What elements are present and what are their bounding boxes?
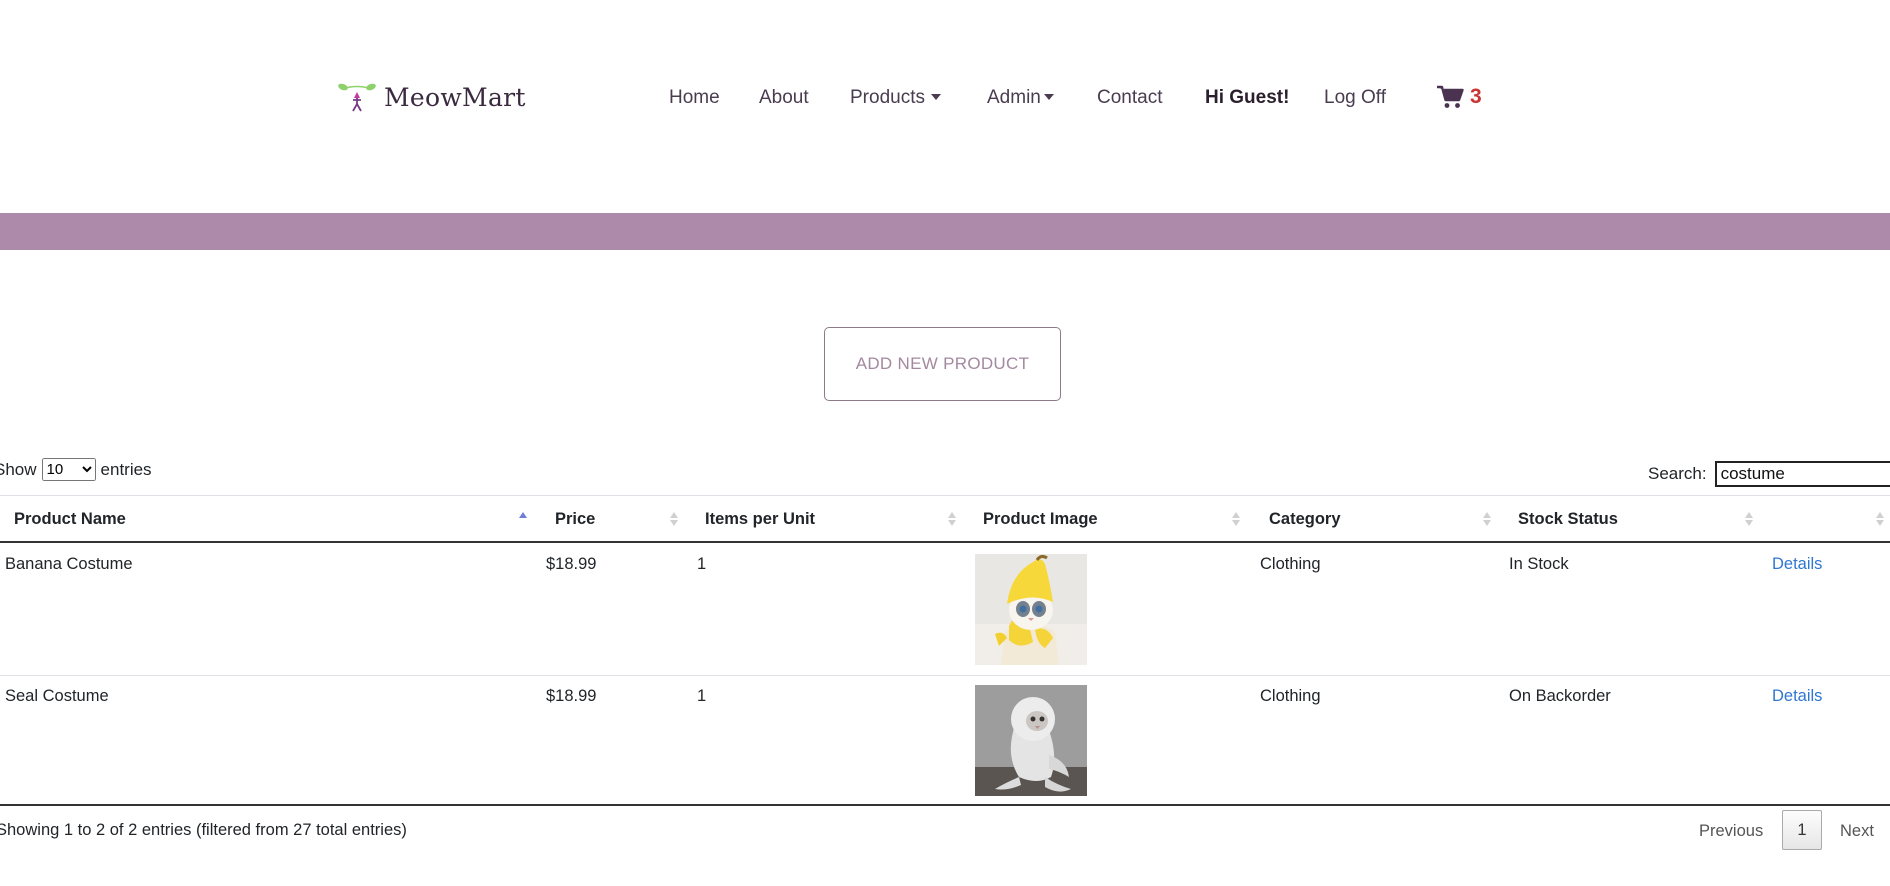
product-name-cell: Seal Costume bbox=[5, 687, 109, 705]
sort-both-icon bbox=[670, 510, 679, 528]
show-label: Show bbox=[0, 459, 37, 479]
nav-admin-label: Admin bbox=[987, 87, 1041, 108]
nav-admin-dropdown[interactable]: Admin bbox=[987, 87, 1054, 109]
page-length-select[interactable]: 10 25 50 100 bbox=[41, 458, 96, 481]
column-header-product-image[interactable]: Product Image bbox=[983, 510, 1098, 529]
nav-home[interactable]: Home bbox=[669, 87, 720, 109]
product-name-cell: Banana Costume bbox=[5, 555, 133, 573]
details-link[interactable]: Details bbox=[1772, 555, 1822, 574]
row-divider bbox=[0, 675, 1890, 676]
sort-ascending-icon bbox=[519, 510, 528, 528]
shopping-cart-icon bbox=[1437, 85, 1464, 108]
search-input[interactable] bbox=[1714, 461, 1890, 487]
column-header-price[interactable]: Price bbox=[555, 510, 595, 529]
nav-contact[interactable]: Contact bbox=[1097, 87, 1162, 109]
stock-status-cell: In Stock bbox=[1509, 555, 1569, 573]
page-length-control: Show 10 25 50 100 entries bbox=[0, 458, 152, 481]
sort-both-icon bbox=[948, 510, 957, 528]
chevron-down-icon bbox=[930, 94, 941, 100]
product-image-banana-costume bbox=[975, 554, 1087, 665]
table-info: Showing 1 to 2 of 2 entries (filtered fr… bbox=[0, 821, 407, 839]
table-footer-border bbox=[0, 804, 1890, 806]
column-header-items-per-unit[interactable]: Items per Unit bbox=[705, 510, 815, 529]
category-cell: Clothing bbox=[1260, 687, 1321, 705]
cat-logo-icon bbox=[338, 83, 376, 112]
header-banner bbox=[0, 213, 1890, 250]
brand-name: MeowMart bbox=[384, 82, 526, 112]
items-per-unit-cell: 1 bbox=[697, 687, 707, 705]
price-cell: $18.99 bbox=[546, 555, 597, 573]
add-new-product-button[interactable]: ADD NEW PRODUCT bbox=[824, 327, 1061, 401]
nav-products-label: Products bbox=[850, 87, 925, 108]
pagination-next[interactable]: Next bbox=[1840, 822, 1874, 841]
items-per-unit-cell: 1 bbox=[697, 555, 707, 573]
sort-both-icon bbox=[1483, 510, 1492, 528]
pagination-page-1[interactable]: 1 bbox=[1782, 810, 1822, 850]
column-header-stock-status[interactable]: Stock Status bbox=[1518, 510, 1618, 529]
sort-both-icon bbox=[1876, 510, 1885, 528]
sort-both-icon bbox=[1745, 510, 1754, 528]
table-header-top-border bbox=[0, 495, 1890, 496]
nav-products-dropdown[interactable]: Products bbox=[850, 87, 941, 109]
category-cell: Clothing bbox=[1260, 555, 1321, 573]
search-label: Search: bbox=[1648, 464, 1707, 483]
price-cell: $18.99 bbox=[546, 687, 597, 705]
sort-both-icon bbox=[1232, 510, 1241, 528]
stock-status-cell: On Backorder bbox=[1509, 687, 1611, 705]
nav-about[interactable]: About bbox=[759, 87, 809, 109]
cart-count-badge: 3 bbox=[1470, 85, 1482, 108]
column-header-product-name[interactable]: Product Name bbox=[14, 510, 126, 529]
table-search: Search: bbox=[1648, 461, 1890, 487]
table-header-bottom-border bbox=[0, 541, 1890, 543]
product-image-seal-costume bbox=[975, 685, 1087, 796]
column-header-category[interactable]: Category bbox=[1269, 510, 1341, 529]
pagination-previous[interactable]: Previous bbox=[1699, 822, 1763, 841]
cart-link[interactable]: 3 bbox=[1437, 85, 1482, 109]
nav-logoff[interactable]: Log Off bbox=[1324, 87, 1386, 109]
entries-label: entries bbox=[100, 459, 152, 479]
details-link[interactable]: Details bbox=[1772, 687, 1822, 706]
brand-logo[interactable]: MeowMart bbox=[336, 82, 526, 112]
nav-greeting: Hi Guest! bbox=[1205, 87, 1290, 108]
chevron-down-icon bbox=[1043, 94, 1054, 100]
